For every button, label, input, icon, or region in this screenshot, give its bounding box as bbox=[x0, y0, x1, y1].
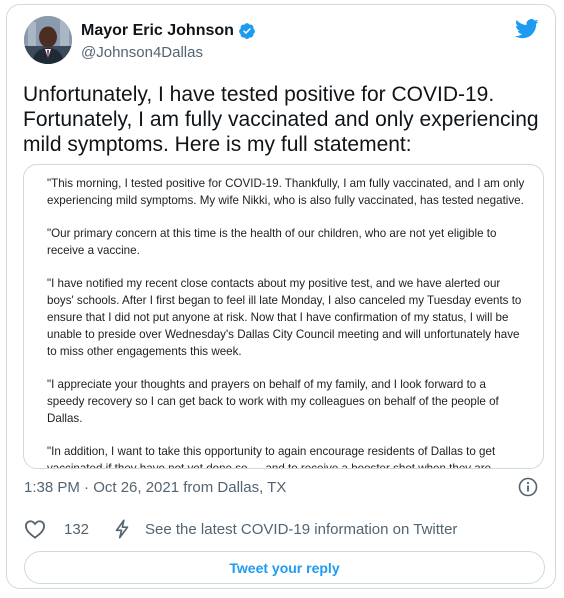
statement-image[interactable]: "This morning, I tested positive for COV… bbox=[23, 164, 544, 469]
tweet-card: Mayor Eric Johnson @Johnson4Dallas Unfor… bbox=[6, 4, 556, 589]
like-count[interactable]: 132 bbox=[64, 521, 89, 538]
statement-text: "This morning, I tested positive for COV… bbox=[47, 175, 525, 469]
avatar[interactable] bbox=[24, 16, 72, 64]
covid-info-link[interactable]: See the latest COVID-19 information on T… bbox=[145, 521, 457, 538]
verified-badge-icon bbox=[239, 23, 255, 39]
heart-icon[interactable] bbox=[24, 519, 46, 539]
tweet-actions: 132 See the latest COVID-19 information … bbox=[24, 517, 544, 541]
statement-paragraph: "I have notified my recent close contact… bbox=[47, 277, 522, 358]
author-handle[interactable]: @Johnson4Dallas bbox=[81, 44, 203, 61]
author-name[interactable]: Mayor Eric Johnson bbox=[81, 22, 234, 40]
statement-paragraph: "This morning, I tested positive for COV… bbox=[47, 177, 525, 207]
tweet-reply-button[interactable]: Tweet your reply bbox=[24, 551, 545, 584]
info-icon[interactable] bbox=[518, 477, 538, 497]
statement-paragraph: "In addition, I want to take this opport… bbox=[47, 445, 496, 469]
statement-paragraph: "Our primary concern at this time is the… bbox=[47, 227, 497, 257]
author-name-row[interactable]: Mayor Eric Johnson bbox=[81, 22, 256, 40]
tweet-text: Unfortunately, I have tested positive fo… bbox=[23, 83, 539, 156]
avatar-image bbox=[24, 16, 72, 64]
lightning-icon bbox=[115, 519, 129, 539]
statement-paragraph: "I appreciate your thoughts and prayers … bbox=[47, 378, 499, 425]
twitter-bird-icon[interactable] bbox=[515, 19, 539, 39]
tweet-timestamp[interactable]: 1:38 PM · Oct 26, 2021 from Dallas, TX bbox=[24, 479, 286, 496]
